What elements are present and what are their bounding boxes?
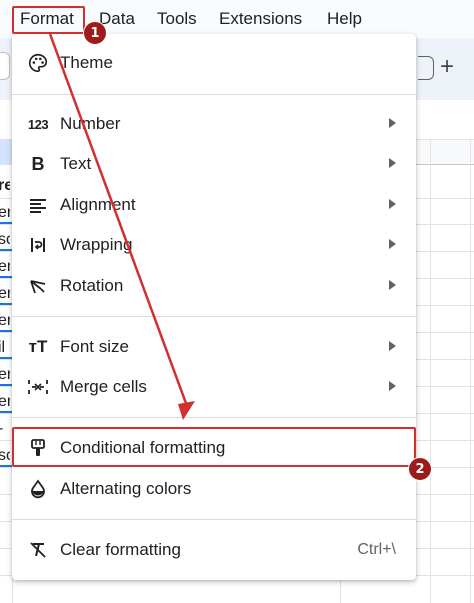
cell-link-underline — [0, 276, 12, 278]
step-badge-2: 2 — [408, 457, 432, 481]
cell-fragment[interactable]: so — [0, 446, 10, 466]
menu-item-label: Alternating colors — [60, 479, 192, 498]
cell-link-underline — [0, 465, 12, 467]
menu-tools[interactable]: Tools — [157, 9, 197, 29]
palette-icon — [26, 51, 50, 75]
plus-icon[interactable]: + — [440, 52, 454, 82]
submenu-arrow-icon — [389, 239, 396, 249]
menu-help[interactable]: Help — [327, 9, 362, 29]
highlight-conditional-formatting — [12, 427, 416, 467]
cell-fragment[interactable]: - — [0, 419, 10, 439]
cell-fragment[interactable]: so — [0, 230, 10, 250]
text-rotation-icon — [26, 274, 50, 298]
menu-item-number[interactable]: 123 Number — [12, 104, 416, 144]
cell-link-underline — [0, 303, 12, 305]
menu-item-alignment[interactable]: Alignment — [12, 185, 416, 225]
grid-line — [470, 140, 471, 603]
shortcut-hint: Ctrl+\ — [357, 541, 396, 558]
cell-link-underline — [0, 384, 12, 386]
step-badge-1: 1 — [83, 21, 107, 45]
submenu-arrow-icon — [389, 341, 396, 351]
menu-item-label: Theme — [60, 53, 113, 72]
menu-item-label: Wrapping — [60, 235, 133, 254]
menu-item-label: Clear formatting — [60, 540, 181, 559]
cell-link-underline — [0, 249, 12, 251]
font-size-icon: тT — [28, 337, 48, 356]
selected-column-header[interactable] — [0, 140, 12, 165]
half-filled-drop-icon — [26, 477, 50, 501]
menu-item-label: Rotation — [60, 276, 124, 295]
grid-line — [430, 140, 431, 603]
menu-item-text[interactable]: B Text — [12, 144, 416, 184]
menu-item-alternating-colors[interactable]: Alternating colors — [12, 469, 416, 509]
cell-fragment[interactable]: re — [0, 176, 10, 196]
cell-link-underline — [0, 222, 12, 224]
menu-item-label: Font size — [60, 337, 129, 356]
menu-item-merge-cells[interactable]: Merge cells — [12, 367, 416, 407]
submenu-arrow-icon — [389, 118, 396, 128]
menu-item-clear-formatting[interactable]: Clear formatting Ctrl+\ — [12, 530, 416, 570]
submenu-arrow-icon — [389, 158, 396, 168]
text-wrap-icon — [26, 233, 50, 257]
submenu-arrow-icon — [389, 381, 396, 391]
format-menu: Theme 123 Number B Text Alignment Wrappi… — [12, 34, 416, 580]
menu-item-label: Text — [60, 154, 92, 173]
cell-fragment[interactable]: il — [0, 338, 10, 358]
menu-item-rotation[interactable]: Rotation — [12, 266, 416, 306]
cell-fragment[interactable]: er — [0, 284, 10, 304]
menu-separator — [12, 316, 416, 317]
highlight-format-menu — [12, 6, 85, 34]
cell-link-underline — [0, 330, 12, 332]
cell-fragment[interactable]: er — [0, 365, 10, 385]
cell-fragment[interactable]: er — [0, 311, 10, 331]
cell-fragment[interactable]: er — [0, 203, 10, 223]
submenu-arrow-icon — [389, 280, 396, 290]
menu-separator — [12, 94, 416, 95]
menu-item-label: Number — [60, 114, 121, 133]
cell-fragment[interactable]: er — [0, 392, 10, 412]
toolbar-control-left[interactable] — [0, 52, 10, 80]
menu-item-label: Merge cells — [60, 377, 147, 396]
toolbar-control-right[interactable] — [418, 56, 434, 80]
clear-format-icon — [26, 538, 50, 562]
menu-extensions[interactable]: Extensions — [219, 9, 302, 29]
submenu-arrow-icon — [389, 199, 396, 209]
align-left-icon — [26, 193, 50, 217]
menu-separator — [12, 417, 416, 418]
menu-separator — [12, 519, 416, 520]
menu-item-font-size[interactable]: тT Font size — [12, 327, 416, 367]
cell-fragment[interactable]: er — [0, 257, 10, 277]
menu-item-wrapping[interactable]: Wrapping — [12, 225, 416, 265]
bold-icon: B — [31, 153, 45, 174]
menu-item-theme[interactable]: Theme — [12, 43, 416, 83]
number-format-icon: 123 — [27, 116, 49, 132]
cell-link-underline — [0, 357, 12, 359]
merge-cells-icon — [26, 375, 50, 399]
cell-link-underline — [0, 411, 12, 413]
menu-item-label: Alignment — [60, 195, 136, 214]
